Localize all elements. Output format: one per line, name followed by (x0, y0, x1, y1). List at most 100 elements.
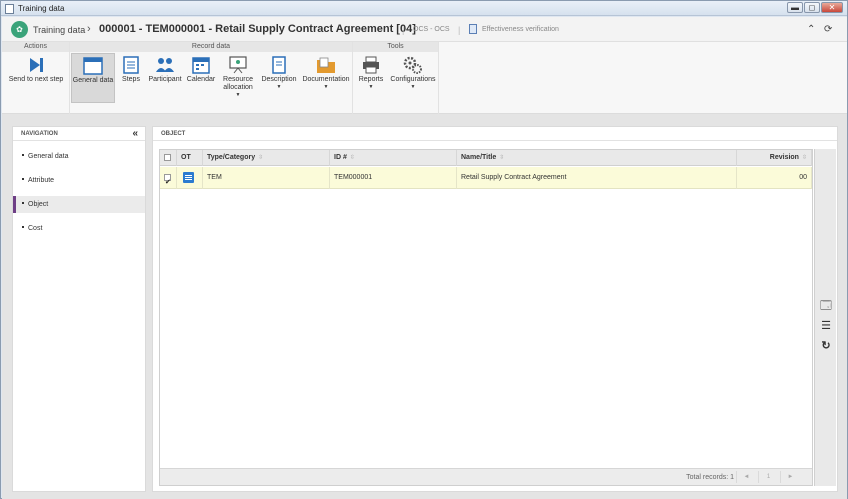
participant-button[interactable]: Participant (147, 53, 183, 103)
maximize-button[interactable]: ◻ (804, 2, 820, 13)
header-divider: | (458, 25, 461, 35)
select-all-column (160, 150, 177, 166)
gears-icon (403, 56, 422, 74)
document-icon (272, 56, 286, 74)
window-icon (83, 57, 103, 75)
close-button[interactable]: ✕ (821, 2, 843, 13)
panel-title: OBJECT (153, 127, 837, 141)
app-icon (5, 4, 14, 14)
effectiveness-verification-link[interactable]: Effectiveness verification (482, 26, 559, 33)
column-label: ID # (334, 154, 347, 161)
button-label: Documentation (302, 76, 350, 83)
documentation-button[interactable]: Documentation ▼ (301, 53, 351, 103)
page-title: 000001 - TEM000001 - Retail Supply Contr… (99, 23, 416, 35)
nav-item-label: Cost (28, 225, 43, 232)
send-next-icon (30, 58, 43, 72)
bullet-icon (22, 226, 24, 228)
title-bar: Training data ▬ ◻ ✕ (1, 1, 847, 16)
select-all-checkbox[interactable] (164, 154, 171, 161)
total-records: Total records: 1 (686, 474, 734, 481)
calendar-button[interactable]: Calendar (186, 53, 216, 103)
configurations-button[interactable]: Configurations ▼ (389, 53, 437, 103)
participants-icon (156, 58, 174, 72)
button-label: Resource (223, 76, 253, 83)
column-id[interactable]: ID # ⇳ (330, 150, 457, 166)
group-label: Actions (2, 42, 69, 52)
navigation-header: NAVIGATION « (13, 127, 145, 141)
next-page-button[interactable]: ► (780, 471, 800, 483)
ribbon-group-record-data: Record data General data Steps Participa… (70, 42, 353, 114)
presentation-icon (229, 56, 247, 74)
navigation-panel: NAVIGATION « General data Attribute Obje… (12, 126, 146, 492)
sort-icon[interactable]: ⇳ (499, 155, 504, 161)
sort-icon[interactable]: ⇳ (350, 155, 355, 161)
general-data-button[interactable]: General data (71, 53, 115, 103)
resource-allocation-button[interactable]: Resource allocation ▼ (219, 53, 257, 103)
app-window: Training data ▬ ◻ ✕ ✿ Training data › 00… (0, 0, 848, 499)
grid-footer: Total records: 1 ◄ 1 ► (160, 468, 812, 485)
refresh-icon[interactable]: ⟳ (824, 24, 832, 35)
view-record-icon[interactable]: 🗔 (819, 299, 833, 313)
nav-item-attribute[interactable]: Attribute (13, 172, 145, 189)
button-label: Calendar (186, 76, 216, 83)
verification-icon (469, 24, 477, 34)
main-area: NAVIGATION « General data Attribute Obje… (2, 114, 847, 499)
send-to-next-step-button[interactable]: Send to next step (3, 53, 69, 103)
window-controls: ▬ ◻ ✕ (787, 2, 843, 13)
column-ot[interactable]: OT (177, 150, 203, 166)
button-label: Steps (122, 76, 140, 83)
column-label: Revision (769, 154, 799, 161)
column-revision[interactable]: Revision ⇳ (737, 150, 812, 166)
breadcrumb-separator-icon: › (87, 23, 91, 35)
grid-side-toolbar: 🗔 ☰ ↻ (814, 149, 836, 486)
dropdown-caret-icon: ▼ (276, 84, 282, 90)
client-area: ✿ Training data › 000001 - TEM000001 - R… (2, 17, 847, 499)
bullet-icon (22, 178, 24, 180)
button-label: Reports (358, 76, 384, 83)
button-label: Participant (148, 76, 182, 83)
dropdown-caret-icon: ▼ (235, 92, 241, 98)
button-label: Send to next step (8, 76, 64, 83)
sort-icon[interactable]: ⇳ (258, 155, 263, 161)
id-cell: TEM000001 (330, 167, 457, 189)
nav-item-cost[interactable]: Cost (13, 220, 145, 237)
bullet-icon (22, 154, 24, 156)
button-label: Configurations (390, 76, 436, 83)
table-row[interactable]: TEM TEM000001 Retail Supply Contract Agr… (160, 167, 812, 194)
printer-icon (363, 56, 379, 74)
sort-icon[interactable]: ⇳ (802, 155, 807, 161)
object-panel: OBJECT OT Type/Category ⇳ ID # ⇳ Name/Titl… (152, 126, 838, 492)
steps-icon (123, 56, 139, 74)
column-type-category[interactable]: Type/Category ⇳ (203, 150, 330, 166)
nav-item-object[interactable]: Object (13, 196, 145, 213)
row-checkbox[interactable] (164, 172, 171, 194)
calendar-icon (192, 57, 210, 74)
previous-page-button[interactable]: ◄ (736, 471, 756, 483)
column-label: Type/Category (207, 154, 256, 161)
bullet-icon (22, 202, 24, 204)
collapse-navigation-icon[interactable]: « (132, 128, 138, 139)
button-label-line2: allocation (223, 84, 253, 91)
navigation-title: NAVIGATION (21, 131, 58, 137)
steps-button[interactable]: Steps (118, 53, 144, 103)
ribbon-group-tools: Tools Reports ▼ Configurations ▼ (353, 42, 439, 114)
refresh-grid-icon[interactable]: ↻ (819, 339, 833, 353)
ribbon-group-actions: Actions Send to next step (2, 42, 70, 114)
page-number: 1 (758, 471, 778, 483)
page-header: ✿ Training data › 000001 - TEM000001 - R… (2, 17, 847, 42)
reports-button[interactable]: Reports ▼ (356, 53, 386, 103)
window-title: Training data (18, 4, 65, 13)
ribbon-toolbar: Actions Send to next step Record data Ge… (2, 42, 847, 114)
dropdown-caret-icon: ▼ (323, 84, 329, 90)
list-options-icon[interactable]: ☰ (819, 319, 833, 333)
minimize-button[interactable]: ▬ (787, 2, 803, 13)
double-chevron-up-icon[interactable]: ⌃ (807, 24, 815, 35)
breadcrumb[interactable]: Training data (33, 25, 85, 35)
group-label: Tools (353, 42, 438, 52)
dropdown-caret-icon: ▼ (410, 84, 416, 90)
description-button[interactable]: Description ▼ (260, 53, 298, 103)
nav-item-general-data[interactable]: General data (13, 148, 145, 165)
column-label: Name/Title (461, 154, 497, 161)
column-label: OT (181, 154, 191, 161)
column-name-title[interactable]: Name/Title ⇳ (457, 150, 737, 166)
